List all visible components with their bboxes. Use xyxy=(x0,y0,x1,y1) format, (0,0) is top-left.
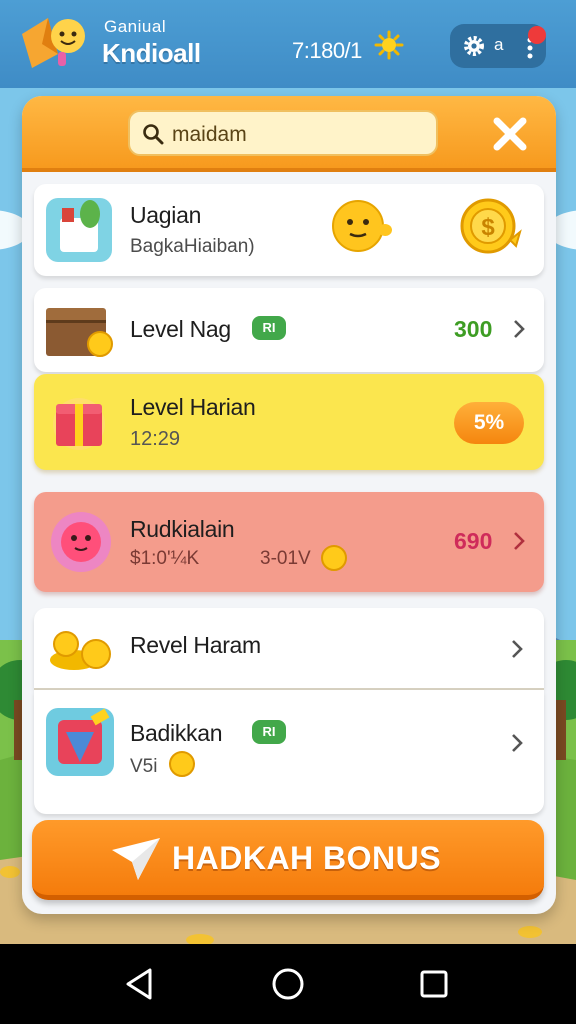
item-title: Rudkialain xyxy=(130,516,235,542)
item-subtitle: V5i xyxy=(130,756,158,777)
item-value: 300 xyxy=(454,316,493,342)
bonus-button[interactable]: HADKAH BONUS xyxy=(32,820,544,900)
send-icon xyxy=(112,838,160,880)
list-item-uagian[interactable]: Uagian BagkaHiaiban) $ xyxy=(34,184,544,276)
item-title: Revel Haram xyxy=(130,632,261,658)
search-value: maidam xyxy=(172,123,247,146)
main-panel: maidam Uagian BagkaHiaiban) $ Level Nag … xyxy=(22,96,556,914)
item-subtitle: BagkaHiaiban) xyxy=(130,236,255,257)
flower-icon xyxy=(51,512,111,572)
item-title: Uagian xyxy=(130,202,202,228)
item-title: Level Nag xyxy=(130,316,231,342)
chevron-right-icon xyxy=(512,734,523,752)
coin-icon xyxy=(169,751,195,777)
recents-icon[interactable] xyxy=(414,964,454,1004)
item-title: Badikkan xyxy=(130,720,223,746)
item-subtitle: $1:0'¼K xyxy=(130,548,200,569)
app-subtitle: Ganiual xyxy=(104,17,167,36)
chevron-right-icon xyxy=(514,532,525,550)
coin-icon: $ xyxy=(460,198,522,254)
coins-icon xyxy=(50,631,111,670)
search-icon xyxy=(143,124,164,145)
system-navbar xyxy=(0,944,576,1024)
notification-dot xyxy=(528,26,546,44)
panel-header: maidam xyxy=(22,96,556,172)
card-icon xyxy=(46,708,114,776)
app-logo-icon xyxy=(22,18,85,68)
chevron-right-icon xyxy=(512,640,523,658)
gift-icon xyxy=(53,398,105,450)
list-item-level-nag[interactable]: Level Nag RI 300 xyxy=(34,288,544,372)
list-item-rudkialain[interactable]: Rudkialain $1:0'¼K 3-01V 690 xyxy=(34,492,544,592)
cup-icon xyxy=(46,198,112,262)
bonus-button-label: HADKAH BONUS xyxy=(172,840,442,876)
app-title: Kndioall xyxy=(102,38,201,68)
percent-pill[interactable]: 5% xyxy=(454,402,524,444)
svg-text:$: $ xyxy=(481,214,495,241)
smiley-icon xyxy=(332,200,392,252)
close-icon[interactable] xyxy=(488,112,532,156)
chevron-right-icon xyxy=(514,320,525,338)
level-badge: RI xyxy=(252,316,286,340)
sun-icon xyxy=(374,30,404,60)
search-input[interactable]: maidam xyxy=(128,110,438,156)
chest-icon xyxy=(46,308,113,357)
coin-counter: 7:180/1 xyxy=(292,38,362,63)
back-icon[interactable] xyxy=(120,964,160,1004)
home-icon[interactable] xyxy=(268,964,308,1004)
item-subtitle-secondary: 3-01V xyxy=(260,548,311,569)
gear-icon xyxy=(464,36,484,56)
list-item-badikkan[interactable]: Badikkan RI V5i xyxy=(34,690,544,814)
settings-label: a xyxy=(494,35,504,54)
list-item-revel-haram[interactable]: Revel Haram xyxy=(34,608,544,688)
coin-icon xyxy=(321,545,347,571)
list-item-level-harian[interactable]: Level Harian 12:29 5% xyxy=(34,374,544,470)
item-value: 690 xyxy=(454,528,493,554)
item-subtitle: 12:29 xyxy=(130,428,181,450)
item-title: Level Harian xyxy=(130,394,256,420)
app-header: Ganiual Kndioall 7:180/1 a xyxy=(0,0,576,88)
level-badge: RI xyxy=(252,720,286,744)
